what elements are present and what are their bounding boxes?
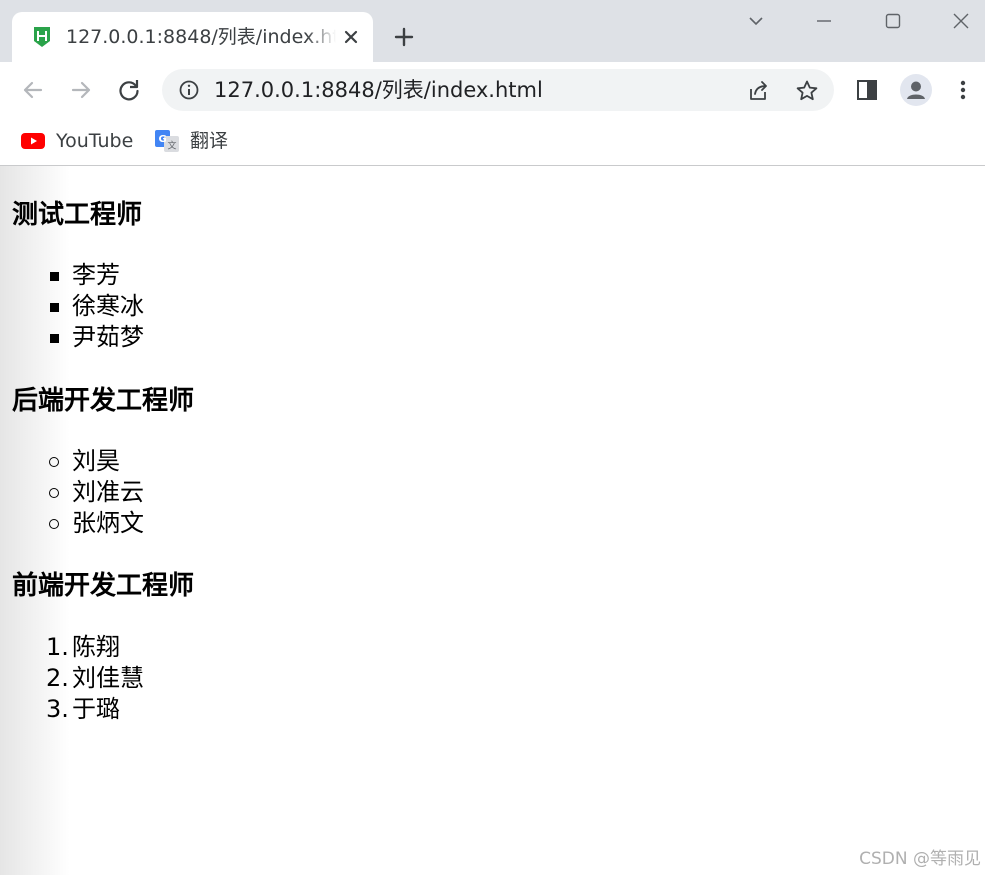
circle-bullet-icon [49,519,59,529]
square-bullet-icon [50,272,59,281]
svg-text:文: 文 [168,140,177,152]
list-number: 2. [46,664,69,692]
svg-text:G: G [159,134,167,145]
back-arrow-icon[interactable] [19,76,47,104]
maximize-icon[interactable] [880,8,906,34]
circle-bullet-icon [49,488,59,498]
tab-strip: 127.0.0.1:8848/列表/index.html [0,0,985,62]
section-heading-backend: 后端开发工程师 [12,386,195,416]
bookmark-label: YouTube [56,130,134,152]
circle-bullet-icon [49,457,59,467]
list-number: 1. [46,633,69,661]
minimize-icon[interactable] [811,8,837,34]
section-heading-testers: 测试工程师 [12,200,143,230]
profile-avatar-icon[interactable] [900,74,932,106]
close-window-icon[interactable] [948,8,974,34]
bookmark-youtube[interactable]: YouTube [21,126,141,156]
browser-toolbar: 127.0.0.1:8848/列表/index.html [0,62,985,118]
bookmarks-bar: YouTube G 文 翻译 [0,118,985,166]
tab-search-icon[interactable] [743,8,769,34]
watermark: CSDN @等雨见 [859,849,981,869]
bookmark-label: 翻译 [190,130,229,152]
reload-icon[interactable] [115,76,143,104]
close-tab-icon[interactable] [340,26,362,48]
hbuilder-favicon-icon [34,27,50,47]
google-translate-icon: G 文 [155,130,179,152]
list-number: 3. [46,695,69,723]
bookmark-translate[interactable]: G 文 翻译 [155,126,245,156]
tab-title: 127.0.0.1:8848/列表/index.html [66,25,336,49]
address-bar[interactable]: 127.0.0.1:8848/列表/index.html [162,69,834,111]
browser-tab[interactable]: 127.0.0.1:8848/列表/index.html [12,12,373,62]
site-info-icon[interactable] [178,79,200,101]
section-heading-frontend: 前端开发工程师 [12,571,195,601]
url-text[interactable]: 127.0.0.1:8848/列表/index.html [214,77,543,103]
square-bullet-icon [50,303,59,312]
square-bullet-icon [50,334,59,343]
new-tab-icon[interactable] [392,25,416,49]
side-panel-icon[interactable] [853,76,881,104]
forward-arrow-icon[interactable] [67,76,95,104]
youtube-icon [21,133,45,149]
menu-kebab-icon[interactable] [949,76,977,104]
share-icon[interactable] [746,78,772,104]
page-content: 测试工程师 李芳 徐寒冰 尹茹梦 后端开发工程师 刘昊 刘准云 张炳文 前端开发… [0,166,985,875]
bookmark-star-icon[interactable] [794,78,820,104]
